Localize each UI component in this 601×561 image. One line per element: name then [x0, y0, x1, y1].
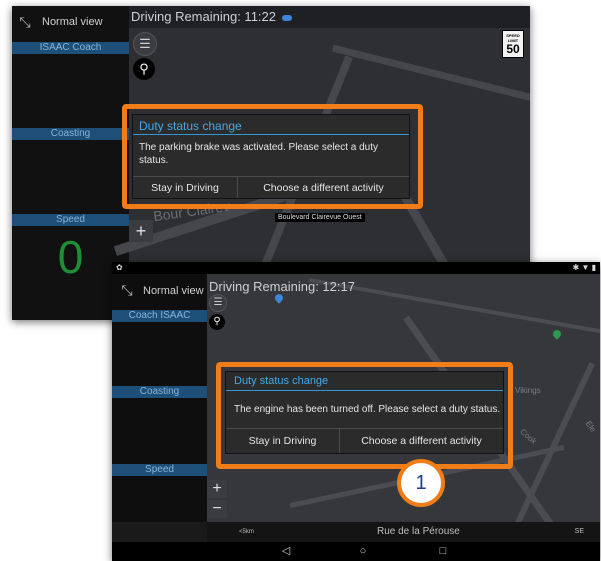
- normal-view-label: Normal view: [42, 16, 103, 28]
- driving-remaining-title: Driving Remaining: 12:17: [209, 279, 355, 294]
- dialog-title: Duty status change: [234, 375, 329, 387]
- title-text: Driving Remaining: 11:22: [131, 9, 276, 24]
- coach-bar: Coach ISAAC: [112, 310, 207, 322]
- street-label: Boulevard Clairevue Ouest: [275, 213, 365, 222]
- zoom-in-button[interactable]: +: [129, 220, 153, 242]
- heading-label: SE: [574, 528, 584, 535]
- normal-view-label: Normal view: [143, 284, 204, 297]
- step-callout-badge: 1: [397, 459, 445, 507]
- coach-bar: ISAAC Coach: [12, 42, 129, 54]
- speed-limit-value: 50: [506, 42, 520, 56]
- collapse-icon: ⤡: [121, 282, 133, 298]
- hamburger-icon: ☰: [213, 297, 223, 308]
- hamburger-icon: ☰: [139, 36, 151, 51]
- status-pill: [282, 14, 292, 21]
- duty-status-dialog: Duty status change The engine has been t…: [225, 371, 504, 454]
- normal-view-toggle[interactable]: ⤡ Normal view: [112, 282, 207, 299]
- map-label: Vikings: [515, 386, 541, 395]
- zoom-out-button[interactable]: −: [207, 500, 227, 518]
- dialog-message: The engine has been turned off. Please s…: [234, 404, 501, 415]
- duty-status-dialog: Duty status change The parking brake was…: [132, 114, 410, 199]
- menu-button[interactable]: ☰: [133, 32, 157, 56]
- dialog-title: Duty status change: [139, 119, 242, 133]
- home-icon[interactable]: ○: [353, 542, 373, 561]
- street-name: Rue de la Pérouse: [377, 526, 460, 537]
- screenshot-2: ✿ ✱ ▼ ▮ ⤡ Normal view Coach ISAAC Coasti…: [112, 262, 600, 561]
- speed-limit-sign: SPEED LIMIT 50: [502, 30, 524, 58]
- normal-view-toggle[interactable]: ⤡ Normal view: [16, 12, 126, 32]
- status-bar: ✿ ✱ ▼ ▮: [112, 262, 600, 274]
- recents-icon[interactable]: □: [433, 542, 453, 561]
- back-icon[interactable]: ◁: [276, 542, 296, 561]
- stay-in-driving-button[interactable]: Stay in Driving: [133, 177, 237, 198]
- stay-in-driving-button[interactable]: Stay in Driving: [226, 429, 339, 453]
- map-label: Ele: [583, 419, 598, 434]
- collapse-icon: ⤡: [19, 14, 31, 30]
- distance-label: <5km: [239, 529, 254, 535]
- side-panel: ⤡ Normal view Coach ISAAC Coasting Speed: [112, 274, 207, 522]
- choose-different-activity-button[interactable]: Choose a different activity: [238, 177, 409, 198]
- choose-different-activity-button[interactable]: Choose a different activity: [340, 429, 503, 453]
- search-icon: ⚲: [213, 316, 221, 327]
- coasting-bar: Coasting: [112, 386, 207, 398]
- map-label: Cook: [518, 427, 539, 446]
- dialog-message: The parking brake was activated. Please …: [139, 142, 379, 166]
- coasting-bar: Coasting: [12, 128, 129, 140]
- dialog-divider: [226, 390, 503, 391]
- dialog-divider: [133, 134, 409, 135]
- speed-bar: Speed: [12, 214, 129, 226]
- menu-button[interactable]: ☰: [209, 294, 227, 312]
- search-icon: ⚲: [139, 61, 149, 76]
- bottom-info-bar: <5km Rue de la Pérouse SE: [207, 522, 600, 542]
- search-button[interactable]: ⚲: [209, 314, 225, 330]
- status-left-icon: ✿: [116, 263, 123, 272]
- zoom-in-button[interactable]: +: [207, 480, 227, 498]
- android-nav-bar: ◁ ○ □: [112, 542, 600, 561]
- speed-bar: Speed: [112, 464, 207, 476]
- search-button[interactable]: ⚲: [133, 58, 155, 80]
- driving-remaining-title: Driving Remaining: 11:22: [129, 6, 530, 28]
- map-pin-icon: [551, 328, 563, 340]
- status-right-icons: ✱ ▼ ▮: [572, 263, 596, 272]
